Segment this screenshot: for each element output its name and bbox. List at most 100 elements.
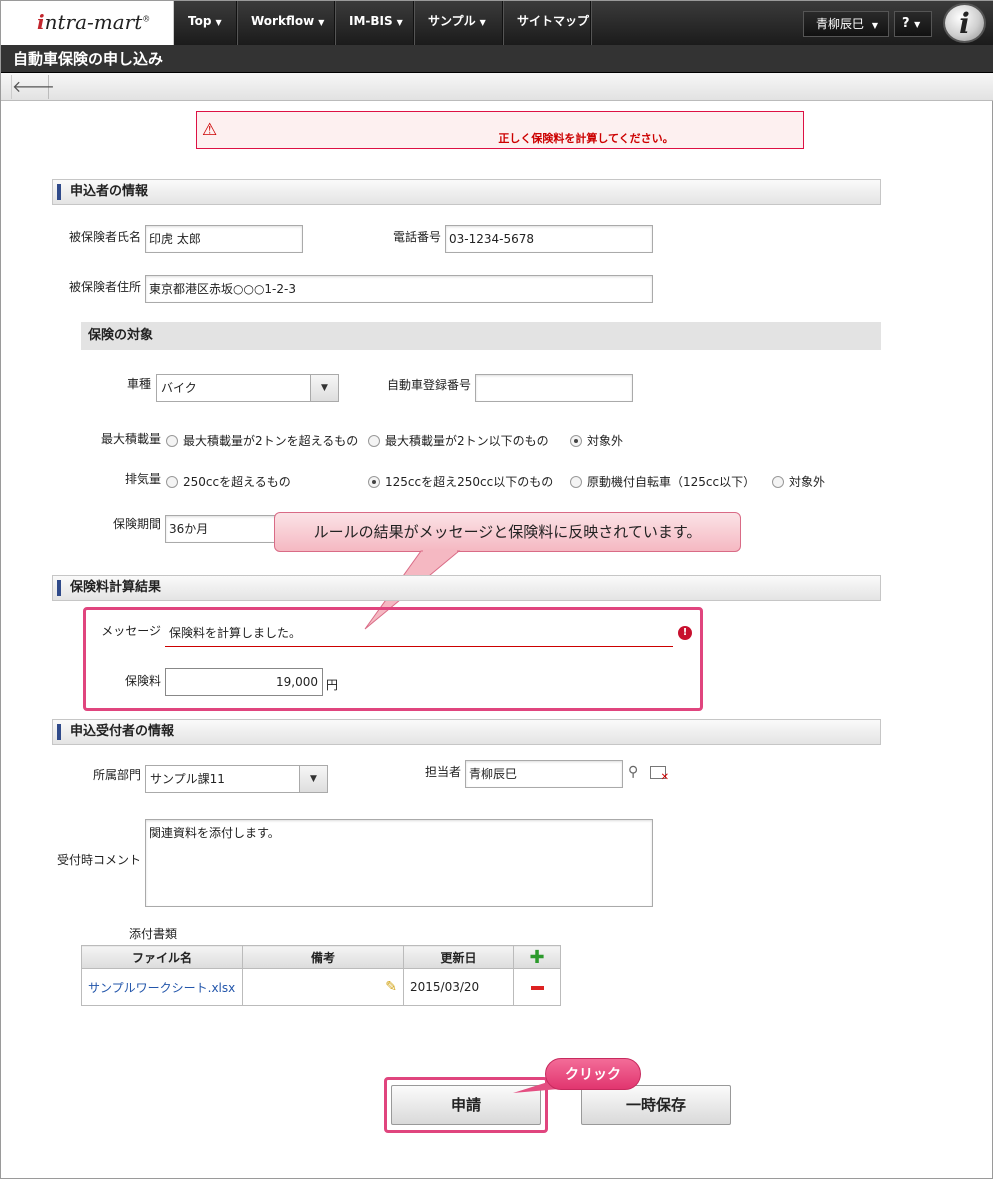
remove-row-icon[interactable] [530, 985, 544, 990]
annotation-callout: ルールの結果がメッセージと保険料に反映されています。 [274, 512, 741, 552]
logo[interactable]: intra-mart® [1, 1, 174, 45]
address-label: 被保険者住所 [68, 280, 141, 294]
displacement-option-4[interactable]: 対象外 [772, 473, 825, 490]
message-field: 保険料を計算しました。 [165, 621, 673, 647]
chevron-down-icon: ▼ [871, 21, 878, 30]
page-title: 自動車保険の申し込み [1, 45, 993, 73]
comment-label: 受付時コメント [56, 853, 141, 867]
insured-name-label: 被保険者氏名 [68, 230, 141, 244]
phone-field[interactable]: 03-1234-5678 [445, 225, 653, 253]
vehicle-type-label: 車種 [126, 377, 151, 391]
help-menu-button[interactable]: ? ▼ [894, 11, 932, 37]
fee-unit: 円 [326, 678, 339, 692]
reg-no-field[interactable] [475, 374, 633, 402]
phone-label: 電話番号 [392, 230, 441, 244]
add-row-icon[interactable]: ✚ [529, 947, 544, 968]
dept-label: 所属部門 [92, 768, 141, 782]
chevron-down-icon: ▼ [479, 18, 486, 27]
nav-workflow[interactable]: Workflow ▼ [237, 1, 335, 45]
insured-name-field[interactable]: 印虎 太郎 [145, 225, 303, 253]
radio-selected-icon [368, 476, 380, 488]
back-button[interactable]: 🡐 [11, 75, 55, 99]
displacement-option-1[interactable]: 250ccを超えるもの [166, 473, 291, 490]
displacement-option-1-label: 250ccを超えるもの [183, 475, 291, 489]
clear-icon[interactable] [650, 766, 669, 783]
person-label: 担当者 [424, 765, 461, 779]
user-menu-button[interactable]: 青柳辰巳 ▼ [803, 11, 889, 37]
period-label: 保険期間 [112, 517, 161, 531]
date-cell: 2015/03/20 [403, 968, 514, 1006]
table-row: サンプルワークシート.xlsx ✎ 2015/03/20 [81, 968, 561, 1006]
nav-top-label: Top [188, 14, 212, 28]
attachments-table: ファイル名 備考 更新日 ✚ サンプルワークシート.xlsx ✎ 2015/03… [81, 945, 561, 1006]
file-cell: サンプルワークシート.xlsx [81, 968, 243, 1006]
info-badge-icon[interactable]: i [943, 3, 986, 43]
radio-icon [570, 476, 582, 488]
section-applicant: 申込者の情報 [52, 179, 881, 205]
nav-top[interactable]: Top ▼ [174, 1, 237, 45]
max-load-option-3-label: 対象外 [587, 434, 624, 448]
attachments-label: 添付書類 [129, 927, 178, 941]
error-banner: ⚠ 正しく保険料を計算してください。 [196, 111, 804, 149]
radio-icon [166, 435, 178, 447]
nav-im-bis[interactable]: IM-BIS ▼ [335, 1, 414, 45]
dept-value: サンプル課11 [150, 772, 225, 786]
fee-label: 保険料 [124, 674, 161, 688]
chevron-down-icon: ▼ [318, 18, 325, 27]
error-message: 正しく保険料を計算してください。 [498, 132, 674, 145]
displacement-option-2-label: 125ccを超え250cc以下のもの [385, 475, 554, 489]
max-load-label: 最大積載量 [100, 432, 161, 446]
nav-workflow-label: Workflow [251, 14, 315, 28]
person-field[interactable]: 青柳辰巳 [465, 760, 623, 788]
radio-icon [772, 476, 784, 488]
displacement-option-3-label: 原動機付自転車（125cc以下） [587, 475, 756, 489]
click-hint-bubble: クリック [545, 1058, 641, 1090]
displacement-option-3[interactable]: 原動機付自転車（125cc以下） [570, 473, 755, 490]
nav-sitemap-label: サイトマップ [517, 14, 590, 28]
comment-textarea[interactable]: 関連資料を添付します。 [145, 819, 653, 907]
max-load-option-1-label: 最大積載量が2トンを超えるもの [183, 434, 359, 448]
logo-text: intra-mart® [37, 10, 151, 34]
radio-selected-icon [570, 435, 582, 447]
max-load-option-3[interactable]: 対象外 [570, 432, 623, 449]
nav-sample[interactable]: サンプル ▼ [414, 1, 503, 45]
max-load-option-1[interactable]: 最大積載量が2トンを超えるもの [166, 432, 358, 449]
file-link[interactable]: サンプルワークシート.xlsx [88, 981, 235, 995]
address-field[interactable]: 東京都港区赤坂○○○1-2-3 [145, 275, 653, 303]
subsection-target: 保険の対象 [81, 322, 881, 350]
user-name: 青柳辰巳 [816, 17, 865, 31]
chevron-down-icon: ▼ [310, 375, 338, 401]
max-load-option-2-label: 最大積載量が2トン以下のもの [385, 434, 549, 448]
section-receiver: 申込受付者の情報 [52, 719, 881, 745]
col-actions: ✚ [513, 945, 561, 969]
note-cell: ✎ [242, 968, 404, 1006]
chevron-down-icon: ▼ [215, 18, 222, 27]
error-icon: ! [678, 626, 692, 640]
radio-icon [368, 435, 380, 447]
displacement-label: 排気量 [124, 472, 161, 486]
page-toolbar: 🡐 [1, 73, 993, 101]
section-result: 保険料計算結果 [52, 575, 881, 601]
vehicle-type-value: バイク [161, 381, 197, 395]
col-note: 備考 [242, 945, 404, 969]
top-navbar: intra-mart® Top ▼ Workflow ▼ IM-BIS ▼ サンプル ▼… [1, 1, 993, 45]
app-window: intra-mart® Top ▼ Workflow ▼ IM-BIS ▼ サンプル ▼… [0, 0, 993, 1179]
save-draft-button[interactable]: 一時保存 [581, 1085, 731, 1125]
col-date: 更新日 [403, 945, 514, 969]
help-label: ? [902, 16, 910, 31]
vehicle-type-select[interactable]: バイク ▼ [156, 374, 339, 402]
nav-sample-label: サンプル [428, 14, 476, 28]
arrow-left-icon: 🡐 [12, 77, 55, 96]
dept-select[interactable]: サンプル課11 ▼ [145, 765, 328, 793]
col-filename: ファイル名 [81, 945, 243, 969]
pencil-icon[interactable]: ✎ [385, 979, 397, 995]
remove-cell [513, 968, 561, 1006]
search-icon[interactable]: ⚲ [628, 764, 638, 780]
radio-icon [166, 476, 178, 488]
displacement-option-2[interactable]: 125ccを超え250cc以下のもの [368, 473, 553, 490]
max-load-option-2[interactable]: 最大積載量が2トン以下のもの [368, 432, 549, 449]
chevron-down-icon: ▼ [914, 20, 921, 29]
nav-sitemap[interactable]: サイトマップ [503, 1, 591, 45]
reg-no-label: 自動車登録番号 [386, 378, 471, 392]
chevron-down-icon: ▼ [299, 766, 327, 792]
